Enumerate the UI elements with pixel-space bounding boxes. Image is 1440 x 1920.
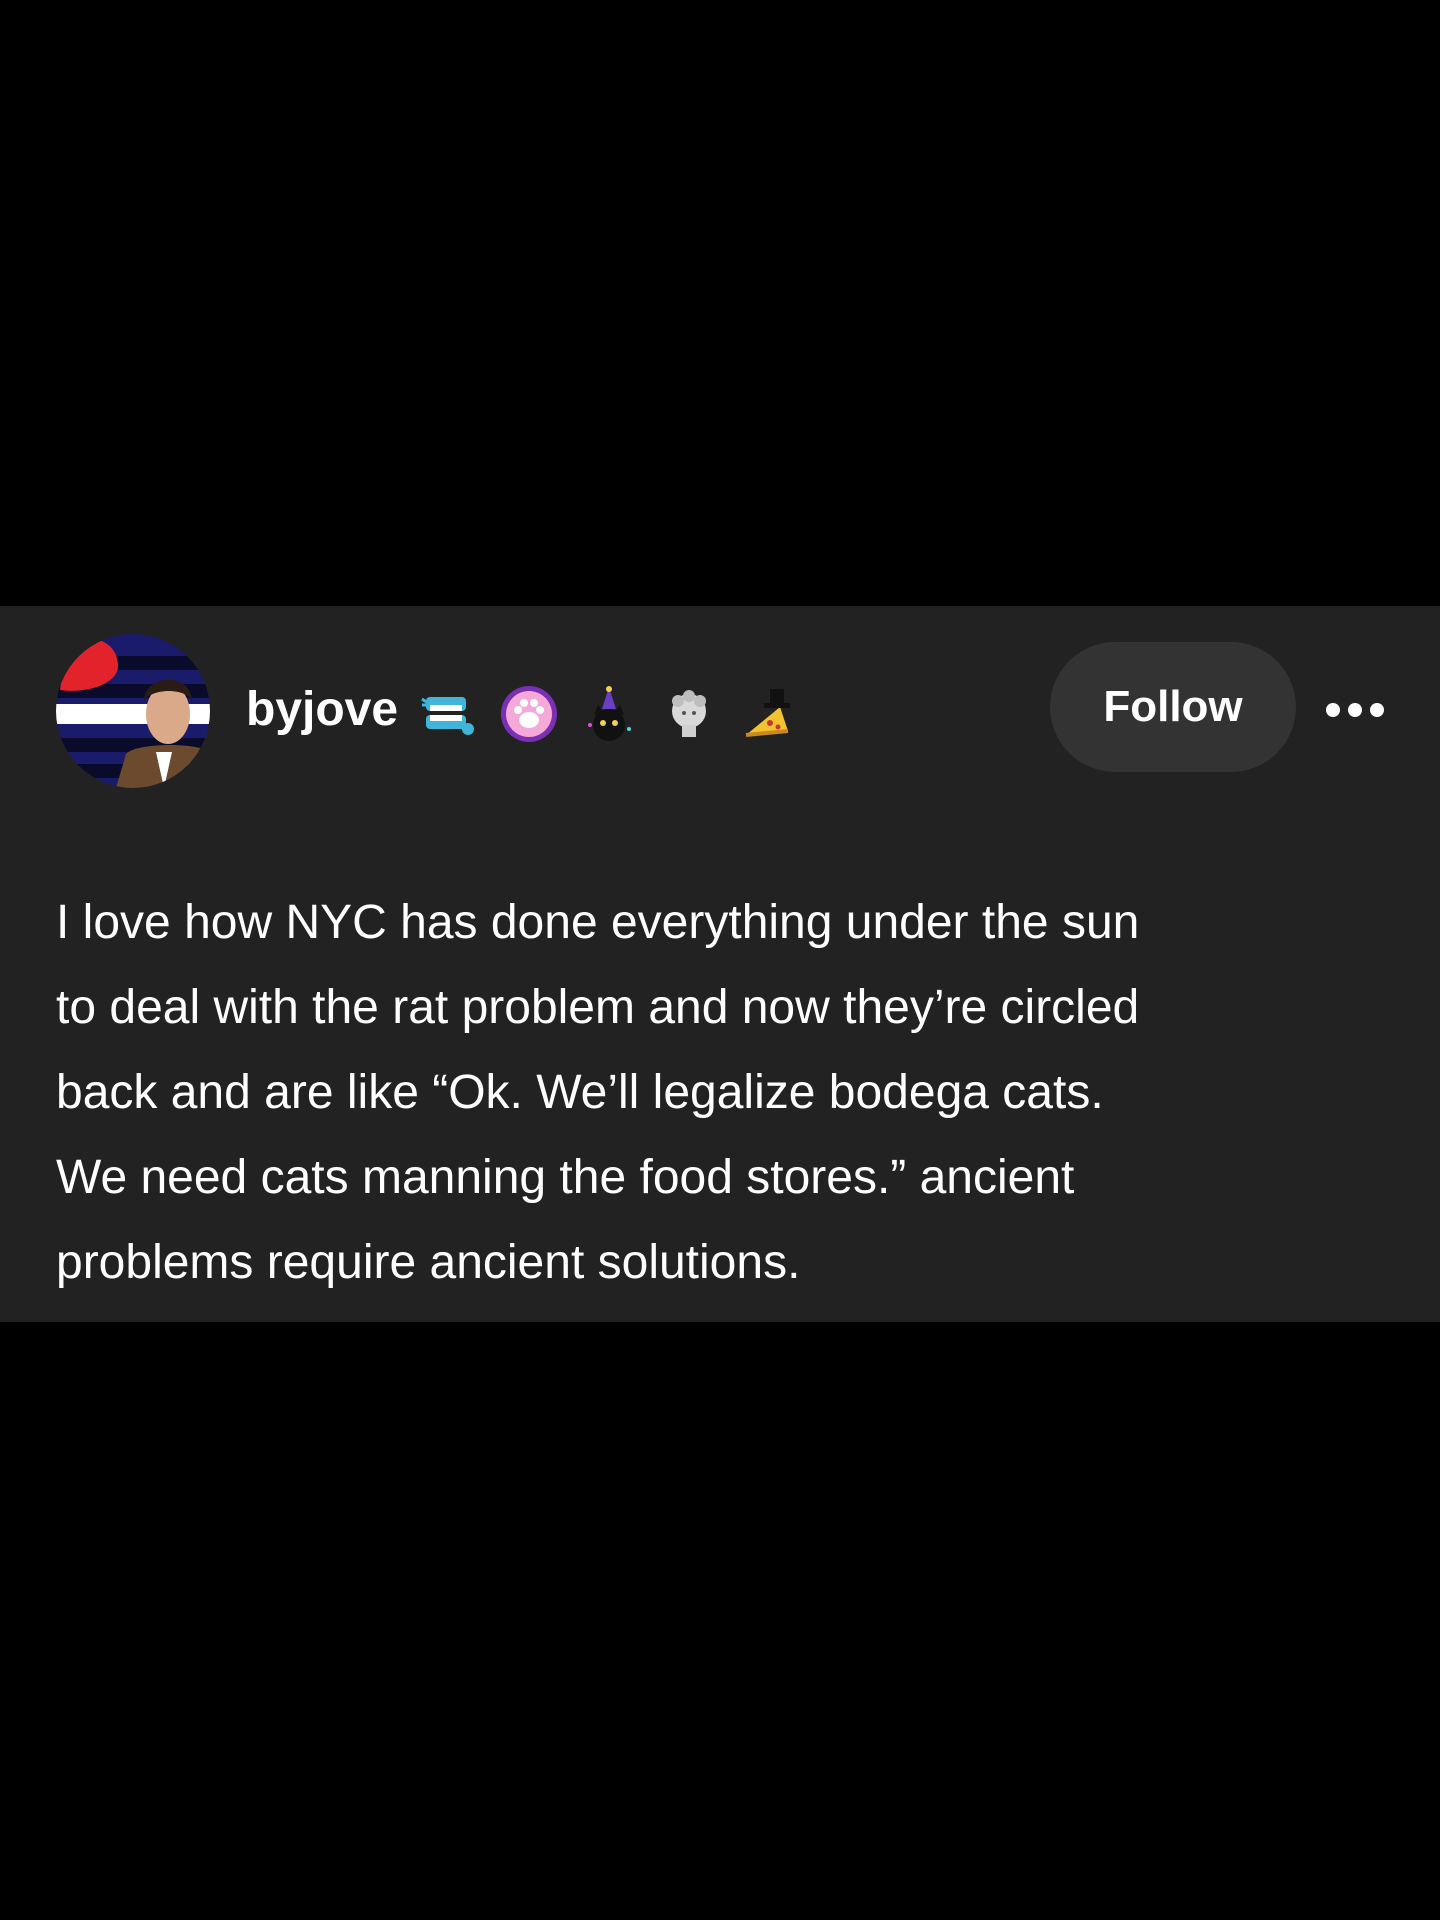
- ellipsis-icon: [1326, 703, 1384, 717]
- paw-badge-icon[interactable]: [500, 685, 558, 743]
- chatter-teeth-badge-icon[interactable]: [420, 685, 478, 743]
- post-header: byjove Follow: [0, 606, 1440, 816]
- username[interactable]: byjove: [246, 686, 398, 734]
- pizza-hat-badge-icon[interactable]: [740, 685, 798, 743]
- avatar[interactable]: [56, 634, 210, 788]
- post-card: byjove Follow I love how NYC has done ev…: [0, 606, 1440, 1322]
- party-cat-badge-icon[interactable]: [580, 685, 638, 743]
- post-body-text: I love how NYC has done everything under…: [56, 896, 1140, 1289]
- avatar-image: [56, 634, 210, 788]
- badge-row: [420, 684, 798, 744]
- statue-head-badge-icon[interactable]: [660, 685, 718, 743]
- follow-button[interactable]: Follow: [1050, 642, 1296, 772]
- more-options-button[interactable]: [1322, 682, 1388, 738]
